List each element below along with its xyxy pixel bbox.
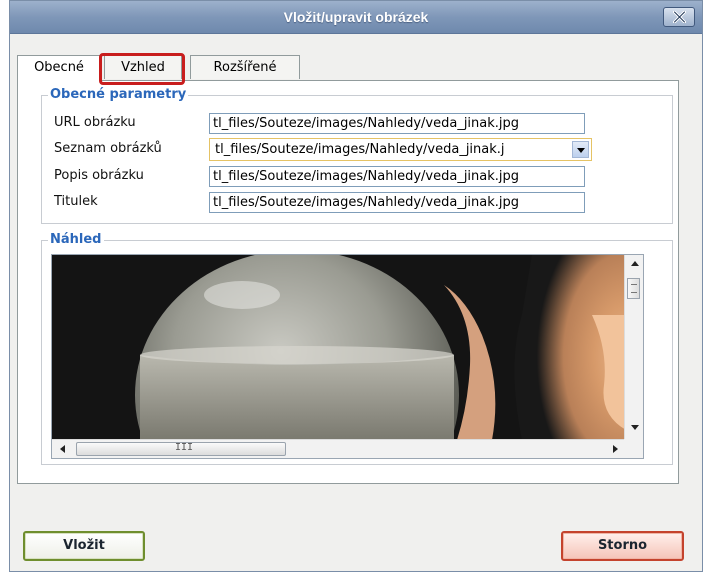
close-button[interactable] <box>663 7 695 27</box>
image-list-label: Seznam obrázků <box>54 141 162 156</box>
vertical-scrollbar[interactable] <box>624 255 643 440</box>
preview-fieldset: Náhled III <box>41 232 673 465</box>
scroll-right-icon[interactable] <box>613 445 618 453</box>
general-parameters-fieldset: Obecné parametry URL obrázku tl_files/So… <box>41 87 673 224</box>
cancel-button[interactable]: Storno <box>561 531 684 561</box>
scroll-up-icon[interactable] <box>631 261 639 266</box>
horizontal-scrollbar[interactable]: III <box>52 439 626 458</box>
scroll-down-icon[interactable] <box>631 425 639 430</box>
insert-button[interactable]: Vložit <box>23 531 145 561</box>
tab-rozsirene[interactable]: Rozšířené <box>190 55 300 79</box>
vertical-scroll-thumb[interactable] <box>627 278 640 299</box>
title-input[interactable]: tl_files/Souteze/images/Nahledy/veda_jin… <box>209 192 585 213</box>
scrollbar-corner <box>624 439 643 458</box>
tab-obecne[interactable]: Obecné <box>17 55 101 81</box>
url-input[interactable]: tl_files/Souteze/images/Nahledy/veda_jin… <box>209 113 585 134</box>
image-list-value: tl_files/Souteze/images/Nahledy/veda_jin… <box>215 142 505 157</box>
tab-vzhled-highlight <box>99 53 185 85</box>
image-list-select[interactable]: tl_files/Souteze/images/Nahledy/veda_jin… <box>209 138 592 161</box>
chevron-down-icon[interactable] <box>572 141 589 158</box>
url-label: URL obrázku <box>54 115 136 130</box>
description-label: Popis obrázku <box>54 168 144 183</box>
scroll-left-icon[interactable] <box>60 445 65 453</box>
general-parameters-legend: Obecné parametry <box>48 87 189 102</box>
preview-legend: Náhled <box>48 232 104 247</box>
horizontal-scroll-thumb[interactable]: III <box>76 442 286 456</box>
title-bar[interactable]: Vložit/upravit obrázek <box>10 1 702 34</box>
dialog-title: Vložit/upravit obrázek <box>283 9 429 25</box>
close-icon <box>673 11 686 23</box>
title-label: Titulek <box>54 194 98 209</box>
description-input[interactable]: tl_files/Souteze/images/Nahledy/veda_jin… <box>209 166 585 187</box>
preview-frame[interactable]: III <box>51 254 644 459</box>
scroll-grip-icon: III <box>175 442 194 453</box>
preview-image <box>52 255 626 440</box>
tab-panel-obecne: Obecné parametry URL obrázku tl_files/So… <box>17 80 679 484</box>
